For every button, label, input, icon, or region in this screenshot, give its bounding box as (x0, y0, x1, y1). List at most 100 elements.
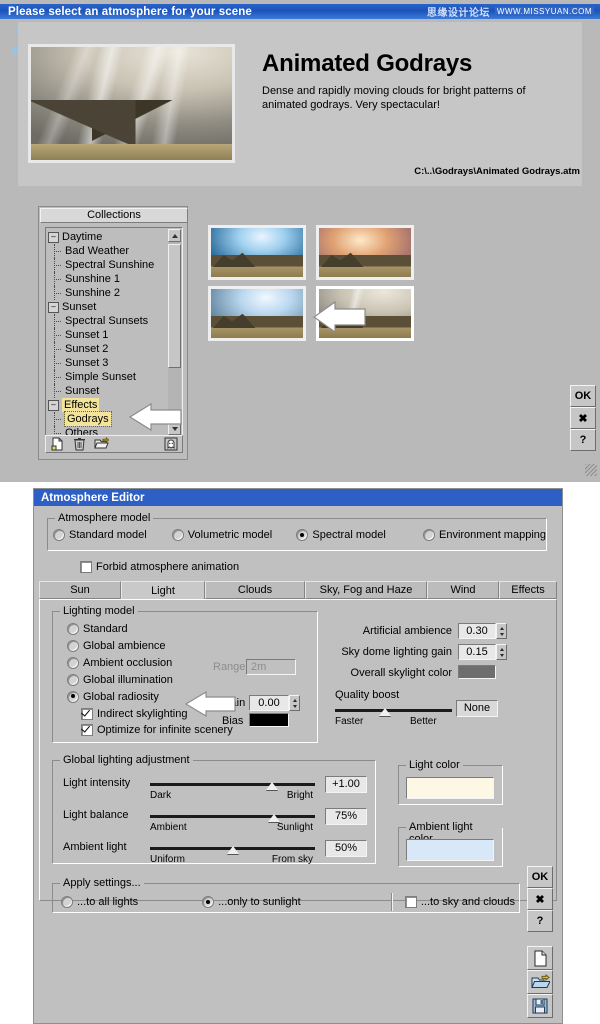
artificial-ambience-spinner[interactable] (496, 623, 507, 639)
hero-mountains (31, 100, 232, 146)
sky-dome-gain-label: Sky dome lighting gain (341, 646, 452, 658)
tree-node-simple-sunset[interactable]: Simple Sunset (48, 370, 166, 384)
tree-node-label: Simple Sunset (65, 371, 136, 383)
picker-side-buttons: OK ✖ ? (570, 385, 596, 451)
thumb-landscape (211, 316, 303, 338)
atmosphere-model-environment-mapping[interactable]: Environment mapping (423, 529, 547, 541)
tree-expander-icon[interactable]: – (48, 301, 59, 313)
sky-dome-gain-spinner[interactable] (496, 644, 507, 660)
thumbnail-1[interactable] (208, 225, 306, 280)
atmosphere-model-volumetric-model[interactable]: Volumetric model (171, 529, 297, 541)
sky-dome-gain-input[interactable]: 0.15 (458, 644, 496, 660)
checkbox-label: Indirect skylighting (97, 708, 188, 720)
thumbnail-2[interactable] (316, 225, 415, 280)
overall-skylight-color-swatch[interactable] (458, 665, 496, 679)
tree-node-bad-weather[interactable]: Bad Weather (48, 244, 166, 258)
trash-icon[interactable] (68, 436, 90, 452)
slider-knob-0[interactable] (266, 782, 279, 790)
new-document-icon[interactable] (527, 946, 553, 970)
slider-knob-1[interactable] (267, 814, 280, 822)
tree-node-sunset[interactable]: Sunset (48, 384, 166, 398)
tree-node-sunshine-2[interactable]: Sunshine 2 (48, 286, 166, 300)
atmosphere-model-spectral-model[interactable]: Spectral model (296, 529, 423, 541)
open-folder-icon[interactable] (90, 436, 112, 452)
ambient-light-color-swatch[interactable] (406, 839, 494, 861)
collections-header: Collections (40, 208, 188, 223)
tree-node-spectral-sunsets[interactable]: Spectral Sunsets (48, 314, 166, 328)
picker-ok-button[interactable]: OK (570, 385, 596, 407)
tab-effects[interactable]: Effects (499, 581, 557, 599)
gain-input[interactable]: 0.00 (249, 695, 289, 711)
forbid-animation-label: Forbid atmosphere animation (96, 561, 240, 573)
thumbnail-3[interactable] (208, 286, 306, 341)
picker-help-button[interactable]: ? (570, 429, 596, 451)
tree-expander-icon[interactable]: – (48, 231, 59, 243)
tree-node-label: Daytime (62, 231, 103, 243)
ghost-icon[interactable] (160, 436, 182, 452)
scrollbar-thumb[interactable] (168, 244, 181, 368)
slider-knob-2[interactable] (226, 846, 239, 854)
slider-track-0[interactable] (150, 783, 315, 786)
screen: Please select an atmosphere for your sce… (0, 0, 600, 1024)
editor-cancel-button[interactable]: ✖ (527, 888, 553, 910)
tab-sun[interactable]: Sun (39, 581, 121, 599)
resize-grip[interactable] (585, 464, 597, 476)
tab-wind[interactable]: Wind (427, 581, 499, 599)
slider-value-2[interactable]: 50% (325, 840, 367, 857)
light-color-swatch[interactable] (406, 777, 494, 799)
lighting-optimize-for-infinite-scenery-checkbox[interactable]: Optimize for infinite scenery (81, 722, 233, 738)
lighting-model-radios: Standard Global ambience Ambient occlusion… (67, 620, 173, 705)
tree-node-sunset-2[interactable]: Sunset 2 (48, 342, 166, 356)
picker-cancel-button[interactable]: ✖ (570, 407, 596, 429)
tab-light[interactable]: Light (121, 581, 205, 600)
quality-boost-knob[interactable] (379, 708, 392, 716)
apply-to-all-lights[interactable]: ...to all lights (59, 896, 202, 908)
scroll-up-button[interactable] (168, 229, 181, 242)
quality-boost-slider[interactable] (335, 709, 452, 712)
radio-label: Standard model (69, 529, 147, 541)
global-lighting-group: Global lighting adjustment Light intensi… (52, 754, 376, 865)
radio-label: Environment mapping (439, 529, 547, 541)
apply-to-sky-and-clouds-checkbox[interactable]: ...to sky and clouds (404, 896, 515, 908)
bias-color-swatch[interactable] (249, 713, 289, 727)
lighting-model-global-ambience[interactable]: Global ambience (67, 637, 173, 654)
tree-node-sunset-3[interactable]: Sunset 3 (48, 356, 166, 370)
open-folder-icon[interactable] (527, 970, 553, 994)
lighting-model-global-illumination[interactable]: Global illumination (67, 671, 173, 688)
forbid-animation-checkbox[interactable]: Forbid atmosphere animation (80, 561, 239, 573)
slider-track-1[interactable] (150, 815, 315, 818)
quality-boost-value[interactable]: None (456, 700, 498, 717)
hero-description: Dense and rapidly moving clouds for brig… (262, 85, 526, 111)
editor-ok-button[interactable]: OK (527, 866, 553, 888)
tree-node-sunset-1[interactable]: Sunset 1 (48, 328, 166, 342)
slider-value-1[interactable]: 75% (325, 808, 367, 825)
artificial-ambience-input[interactable]: 0.30 (458, 623, 496, 639)
atmosphere-model-standard-model[interactable]: Standard model (53, 529, 172, 541)
tree-node-spectral-sunshine[interactable]: Spectral Sunshine (48, 258, 166, 272)
editor-help-button[interactable]: ? (527, 910, 553, 932)
slider-value-0[interactable]: +1.00 (325, 776, 367, 793)
tab-clouds[interactable]: Clouds (205, 581, 305, 599)
watermark: 思缘设计论坛 WWW.MISSYUAN.COM (427, 4, 600, 19)
apply-settings-controls: ...to all lights ...only to sunlight ...to… (59, 893, 515, 911)
artificial-ambience-label: Artificial ambience (362, 625, 452, 637)
radio-label: Spectral model (312, 529, 386, 541)
tree-expander-icon[interactable]: – (48, 399, 59, 411)
tree-node-daytime[interactable]: – Daytime (48, 230, 166, 244)
new-page-icon[interactable] (46, 436, 68, 452)
radio-dot (67, 673, 79, 686)
lighting-model-ambient-occlusion[interactable]: Ambient occlusion (67, 654, 173, 671)
annotation-arrow-thumbnail (312, 300, 366, 334)
save-disk-icon[interactable] (527, 994, 553, 1018)
lighting-model-global-radiosity[interactable]: Global radiosity (67, 688, 173, 705)
slider-label-light-intensity: Light intensity (63, 777, 131, 789)
tree-node-sunset[interactable]: – Sunset (48, 300, 166, 314)
tab-sky-fog-and-haze[interactable]: Sky, Fog and Haze (305, 581, 427, 599)
gain-spinner[interactable] (289, 695, 300, 711)
radio-label: Ambient occlusion (83, 656, 173, 669)
annotation-arrow-global-radiosity (184, 690, 236, 718)
lighting-model-standard[interactable]: Standard (67, 620, 173, 637)
tree-node-sunshine-1[interactable]: Sunshine 1 (48, 272, 166, 286)
radio-dot (296, 529, 309, 541)
apply-only-to-sunlight[interactable]: ...only to sunlight (202, 896, 391, 908)
